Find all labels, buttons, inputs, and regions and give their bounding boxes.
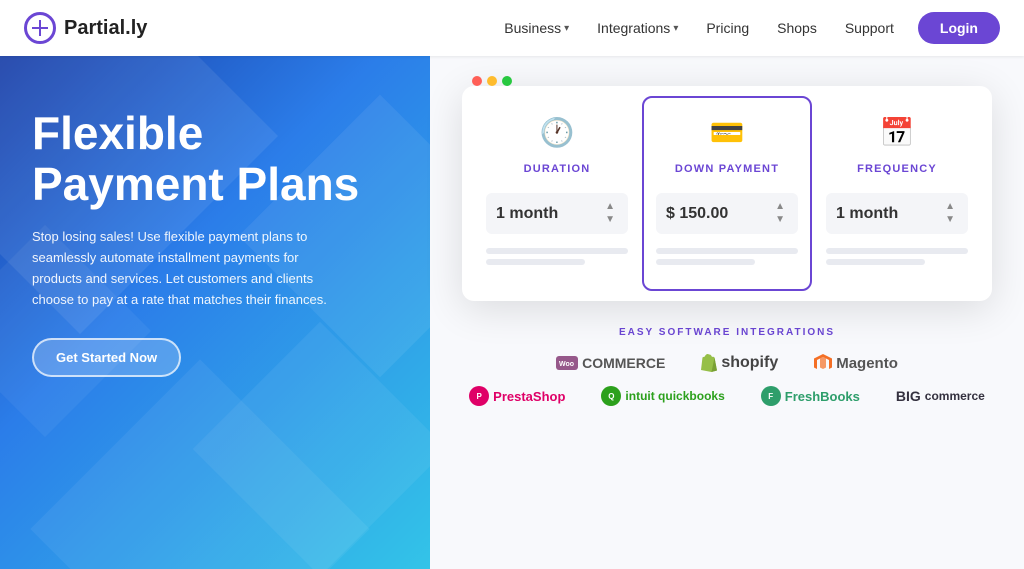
duration-arrows: ▲ ▼ bbox=[602, 201, 618, 226]
plan-line bbox=[826, 259, 925, 265]
login-button[interactable]: Login bbox=[918, 12, 1000, 44]
hero-right-panel: 🕐 DURATION 1 month ▲ ▼ 💳 DOWN PAYMENT bbox=[430, 56, 1024, 569]
window-controls bbox=[472, 76, 512, 86]
nav-item-shops[interactable]: Shops bbox=[777, 20, 817, 36]
nav-links: Business ▾ Integrations ▾ Pricing Shops … bbox=[504, 20, 894, 36]
logo-icon bbox=[24, 12, 56, 44]
duration-label: DURATION bbox=[524, 163, 591, 175]
down-payment-card: 💳 DOWN PAYMENT $ 150.00 ▲ ▼ bbox=[642, 96, 812, 291]
down-payment-label: DOWN PAYMENT bbox=[675, 163, 779, 175]
duration-down-button[interactable]: ▼ bbox=[602, 214, 618, 226]
frequency-value: 1 month bbox=[836, 205, 898, 223]
calendar-icon: 📅 bbox=[880, 116, 915, 149]
get-started-button[interactable]: Get Started Now bbox=[32, 338, 181, 377]
magento-logo: Magento bbox=[814, 354, 898, 372]
close-dot bbox=[472, 76, 482, 86]
woo-icon: Woo bbox=[556, 356, 578, 370]
bigcommerce-logo: BIGcommerce bbox=[896, 388, 985, 404]
duration-card: 🕐 DURATION 1 month ▲ ▼ bbox=[472, 96, 642, 291]
nav-item-business[interactable]: Business ▾ bbox=[504, 20, 569, 36]
logo-text: Partial.ly bbox=[64, 17, 147, 40]
nav-item-pricing[interactable]: Pricing bbox=[706, 20, 749, 36]
down-payment-lines bbox=[656, 248, 798, 265]
plan-line bbox=[486, 248, 628, 254]
integrations-section: EASY SOFTWARE INTEGRATIONS Woo COMMERCE bbox=[430, 327, 1024, 420]
frequency-arrows: ▲ ▼ bbox=[942, 201, 958, 226]
plan-line bbox=[826, 248, 968, 254]
duration-up-button[interactable]: ▲ bbox=[602, 201, 618, 213]
payment-icon: 💳 bbox=[710, 116, 745, 149]
payment-plans-widget: 🕐 DURATION 1 month ▲ ▼ 💳 DOWN PAYMENT bbox=[462, 86, 992, 301]
duration-value: 1 month bbox=[496, 205, 558, 223]
frequency-lines bbox=[826, 248, 968, 265]
integrations-row-1: Woo COMMERCE shopify bbox=[556, 354, 898, 372]
prestashop-logo: P PrestaShop bbox=[469, 386, 565, 406]
hero-left-panel: Flexible Payment Plans Stop losing sales… bbox=[0, 56, 430, 569]
down-payment-value: $ 150.00 bbox=[666, 205, 728, 223]
frequency-up-button[interactable]: ▲ bbox=[942, 201, 958, 213]
chevron-down-icon: ▾ bbox=[564, 23, 569, 34]
down-payment-down-button[interactable]: ▼ bbox=[772, 214, 788, 226]
chevron-down-icon: ▾ bbox=[673, 23, 678, 34]
frequency-down-button[interactable]: ▼ bbox=[942, 214, 958, 226]
svg-text:Woo: Woo bbox=[559, 361, 574, 368]
shopify-icon bbox=[701, 354, 717, 372]
quickbooks-logo: Q intuit quickbooks bbox=[601, 386, 724, 406]
clock-icon: 🕐 bbox=[540, 116, 575, 149]
integrations-row-2: P PrestaShop Q intuit quickbooks F Fresh… bbox=[469, 386, 985, 406]
freshbooks-badge: F bbox=[761, 386, 781, 406]
prestashop-badge: P bbox=[469, 386, 489, 406]
magento-icon bbox=[814, 354, 832, 372]
down-payment-arrows: ▲ ▼ bbox=[772, 201, 788, 226]
frequency-control: 1 month ▲ ▼ bbox=[826, 193, 968, 234]
quickbooks-badge: Q bbox=[601, 386, 621, 406]
duration-control: 1 month ▲ ▼ bbox=[486, 193, 628, 234]
logo[interactable]: Partial.ly bbox=[24, 12, 147, 44]
hero-section: Flexible Payment Plans Stop losing sales… bbox=[0, 56, 1024, 569]
nav-item-support[interactable]: Support bbox=[845, 20, 894, 36]
woocommerce-logo: Woo COMMERCE bbox=[556, 355, 665, 371]
duration-lines bbox=[486, 248, 628, 265]
plan-line bbox=[486, 259, 585, 265]
navbar: Partial.ly Business ▾ Integrations ▾ Pri… bbox=[0, 0, 1024, 56]
shopify-logo: shopify bbox=[701, 354, 778, 372]
hero-title: Flexible Payment Plans bbox=[32, 108, 398, 209]
down-payment-control: $ 150.00 ▲ ▼ bbox=[656, 193, 798, 234]
hero-description: Stop losing sales! Use flexible payment … bbox=[32, 227, 332, 310]
frequency-label: FREQUENCY bbox=[857, 163, 937, 175]
nav-item-integrations[interactable]: Integrations ▾ bbox=[597, 20, 678, 36]
down-payment-up-button[interactable]: ▲ bbox=[772, 201, 788, 213]
minimize-dot bbox=[487, 76, 497, 86]
frequency-card: 📅 FREQUENCY 1 month ▲ ▼ bbox=[812, 96, 982, 291]
expand-dot bbox=[502, 76, 512, 86]
plan-line bbox=[656, 259, 755, 265]
integrations-title: EASY SOFTWARE INTEGRATIONS bbox=[619, 327, 835, 338]
freshbooks-logo: F FreshBooks bbox=[761, 386, 860, 406]
plan-line bbox=[656, 248, 798, 254]
